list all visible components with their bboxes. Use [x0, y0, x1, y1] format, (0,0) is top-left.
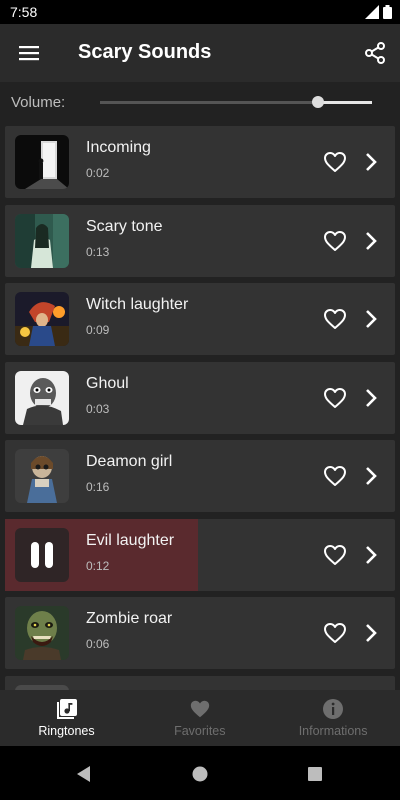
battery-icon — [383, 5, 392, 19]
sound-duration: 0:06 — [86, 637, 110, 651]
status-bar: 7:58 — [0, 0, 400, 24]
chevron-right-icon[interactable] — [361, 150, 381, 174]
sound-name: Evil laughter — [86, 531, 175, 549]
chevron-right-icon[interactable] — [361, 386, 381, 410]
share-icon[interactable] — [364, 42, 386, 64]
nav-item-favorites[interactable]: Favorites — [133, 690, 266, 746]
bottom-navigation: Ringtones Favorites Informations — [0, 690, 400, 746]
sound-list-item-partial — [5, 675, 395, 690]
sound-name: Zombie roar — [86, 610, 173, 627]
app-bar: Scary Sounds — [0, 24, 400, 82]
sound-thumbnail[interactable] — [15, 449, 69, 503]
music-library-icon — [56, 699, 77, 719]
system-navigation-bar — [0, 746, 400, 800]
heart-icon[interactable] — [323, 307, 347, 331]
sound-list-item[interactable]: Ghoul 0:03 — [5, 361, 395, 434]
page-title: Scary Sounds — [78, 41, 212, 63]
sound-duration: 0:13 — [86, 244, 110, 259]
nav-item-ringtones[interactable]: Ringtones — [0, 690, 133, 746]
heart-icon — [190, 700, 209, 718]
sound-thumbnail[interactable] — [15, 370, 69, 425]
volume-slider-track — [100, 101, 318, 104]
sound-duration: 0:09 — [86, 323, 110, 337]
sound-duration: 0:03 — [86, 401, 110, 416]
sound-list-item[interactable]: Scary tone 0:13 — [5, 204, 395, 277]
sound-name: Ghoul — [86, 374, 129, 392]
sound-thumbnail[interactable] — [15, 292, 69, 346]
sound-list-item[interactable]: Witch laughter 0:09 — [5, 283, 395, 355]
signal-icon — [365, 5, 379, 19]
heart-icon[interactable] — [323, 229, 347, 253]
volume-bar: Volume: — [0, 82, 400, 122]
nav-item-label: Favorites — [174, 724, 226, 738]
sound-name: Witch laughter — [86, 296, 189, 313]
info-icon — [323, 699, 344, 719]
volume-slider-thumb[interactable] — [311, 96, 324, 108]
menu-icon[interactable] — [18, 42, 40, 64]
volume-slider-active — [317, 101, 372, 104]
sound-duration: 0:02 — [86, 166, 110, 180]
sound-thumbnail[interactable] — [15, 135, 69, 189]
home-icon[interactable] — [192, 766, 208, 782]
sound-name: Scary tone — [86, 217, 163, 235]
chevron-right-icon[interactable] — [361, 464, 381, 488]
status-time: 7:58 — [10, 4, 38, 20]
volume-slider[interactable] — [100, 96, 372, 108]
nav-item-informations[interactable]: Informations — [267, 690, 400, 746]
heart-icon[interactable] — [323, 621, 347, 645]
chevron-right-icon[interactable] — [361, 621, 381, 645]
heart-icon[interactable] — [323, 386, 347, 410]
chevron-right-icon[interactable] — [361, 307, 381, 331]
pause-button[interactable] — [15, 527, 69, 582]
sound-name: Deamon girl — [86, 453, 173, 470]
sound-list-item[interactable]: Evil laughter 0:12 — [5, 518, 395, 591]
recents-icon[interactable] — [308, 767, 322, 781]
back-icon[interactable] — [76, 766, 92, 782]
sound-duration: 0:12 — [86, 558, 110, 573]
chevron-right-icon[interactable] — [361, 543, 381, 567]
chevron-right-icon[interactable] — [361, 229, 381, 253]
sound-list-item[interactable]: Zombie roar 0:06 — [5, 597, 395, 669]
sound-thumbnail[interactable] — [15, 606, 69, 660]
heart-icon[interactable] — [323, 464, 347, 488]
sound-duration: 0:16 — [86, 480, 110, 494]
sound-list: Incoming 0:02 Scary tone 0:13 Witch laughter… — [0, 122, 400, 690]
sound-name: Incoming — [86, 139, 151, 156]
nav-item-label: Ringtones — [38, 724, 95, 738]
heart-icon[interactable] — [323, 150, 347, 174]
heart-icon[interactable] — [323, 543, 347, 567]
nav-item-label: Informations — [298, 724, 368, 738]
sound-list-item[interactable]: Deamon girl 0:16 — [5, 440, 395, 512]
sound-list-item[interactable]: Incoming 0:02 — [5, 126, 395, 198]
sound-thumbnail[interactable] — [15, 213, 69, 268]
volume-label: Volume: — [11, 94, 66, 111]
